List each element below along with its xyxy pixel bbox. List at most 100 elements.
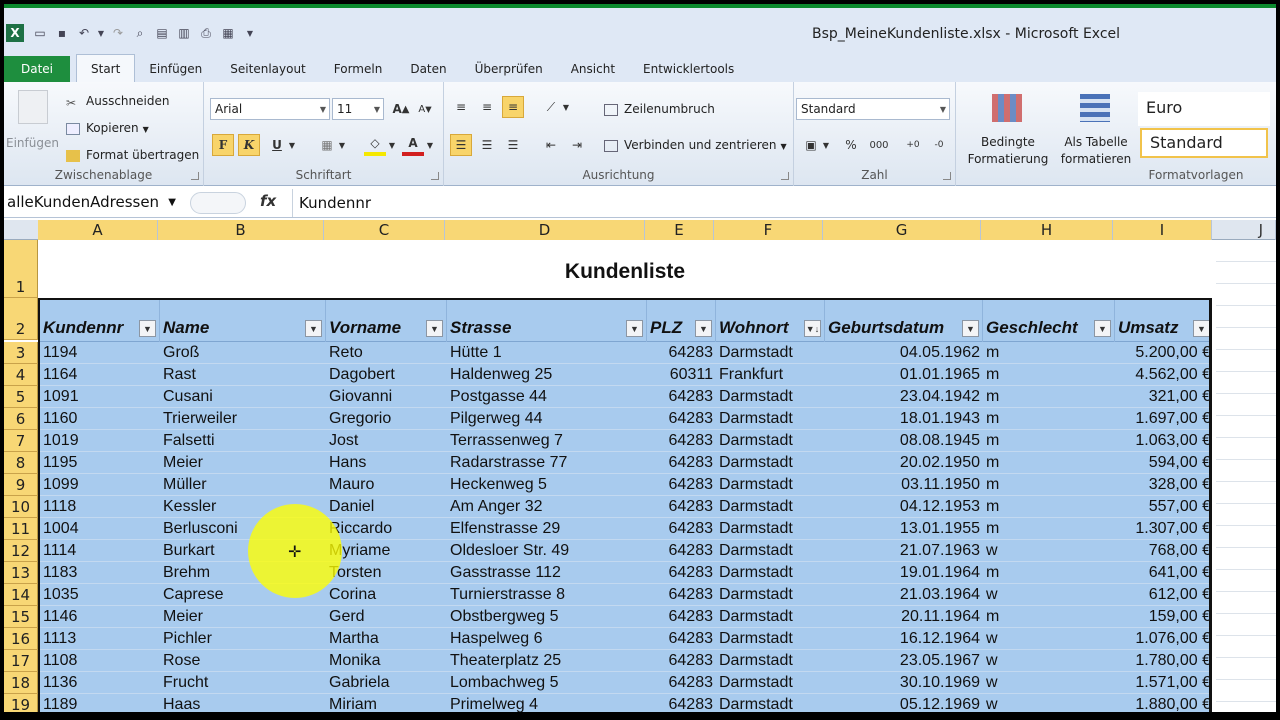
- header-vorname[interactable]: Vorname ▼: [326, 300, 447, 342]
- cell-strasse[interactable]: Haldenweg 25: [447, 364, 647, 386]
- cell-geschlecht[interactable]: w: [983, 650, 1115, 672]
- cell-wohnort[interactable]: Darmstadt: [716, 518, 825, 540]
- cut-button[interactable]: ✂ Ausschneiden: [66, 94, 169, 110]
- cell-vorname[interactable]: Torsten: [326, 562, 447, 584]
- clipboard-launcher-icon[interactable]: [191, 172, 199, 180]
- cell-plz[interactable]: 64283: [647, 408, 716, 430]
- font-launcher-icon[interactable]: [431, 172, 439, 180]
- cell-umsatz[interactable]: 1.880,00 €: [1115, 694, 1209, 712]
- row-header[interactable]: 17: [4, 650, 38, 672]
- cell-wohnort[interactable]: Darmstadt: [716, 584, 825, 606]
- cell-umsatz[interactable]: 159,00 €: [1115, 606, 1209, 628]
- cell-vorname[interactable]: Daniel: [326, 496, 447, 518]
- undo-icon[interactable]: ↶: [74, 23, 94, 43]
- filter-dropdown-icon[interactable]: ▼: [1094, 320, 1111, 337]
- increase-indent-icon[interactable]: ⇥: [566, 134, 588, 156]
- cell-strasse[interactable]: Radarstrasse 77: [447, 452, 647, 474]
- format-as-table-button[interactable]: Als Tabelle formatieren: [1056, 134, 1136, 168]
- cell-kundennr[interactable]: 1035: [40, 584, 160, 606]
- cell-wohnort[interactable]: Darmstadt: [716, 540, 825, 562]
- filter-dropdown-icon[interactable]: ▼: [426, 320, 443, 337]
- cell-geburtsdatum[interactable]: 20.02.1950: [825, 452, 983, 474]
- cell-name[interactable]: Müller: [160, 474, 326, 496]
- orientation-icon[interactable]: ⟋: [540, 96, 562, 118]
- tab-datei[interactable]: Datei: [4, 56, 70, 82]
- header-plz[interactable]: PLZ ▼: [647, 300, 716, 342]
- cell-vorname[interactable]: Hans: [326, 452, 447, 474]
- cell-geschlecht[interactable]: m: [983, 342, 1115, 364]
- cell-geschlecht[interactable]: m: [983, 364, 1115, 386]
- tab-formeln[interactable]: Formeln: [320, 56, 397, 82]
- cell-plz[interactable]: 64283: [647, 672, 716, 694]
- cell-geburtsdatum[interactable]: 03.11.1950: [825, 474, 983, 496]
- conditional-format-button[interactable]: Bedingte Formatierung: [964, 134, 1052, 168]
- column-header-h[interactable]: H: [981, 220, 1113, 240]
- cell-plz[interactable]: 64283: [647, 452, 716, 474]
- row-header[interactable]: 4: [4, 364, 38, 386]
- cell-vorname[interactable]: Gerd: [326, 606, 447, 628]
- cell-kundennr[interactable]: 1194: [40, 342, 160, 364]
- cell-umsatz[interactable]: 5.200,00 €: [1115, 342, 1209, 364]
- filter-dropdown-icon[interactable]: ▼: [139, 320, 156, 337]
- cell-kundennr[interactable]: 1004: [40, 518, 160, 540]
- font-color-icon[interactable]: A: [402, 134, 424, 156]
- name-box[interactable]: alleKundenAdressen ▼: [4, 191, 182, 215]
- conditional-format-icon[interactable]: [992, 94, 1022, 122]
- cell-plz[interactable]: 64283: [647, 540, 716, 562]
- format-painter-button[interactable]: Format übertragen: [66, 148, 199, 162]
- cell-umsatz[interactable]: 1.076,00 €: [1115, 628, 1209, 650]
- align-left-icon[interactable]: ☰: [450, 134, 472, 156]
- row-header[interactable]: 7: [4, 430, 38, 452]
- cell-vorname[interactable]: Reto: [326, 342, 447, 364]
- cell-wohnort[interactable]: Darmstadt: [716, 650, 825, 672]
- cell-name[interactable]: Trierweiler: [160, 408, 326, 430]
- column-header-e[interactable]: E: [645, 220, 714, 240]
- cell-wohnort[interactable]: Darmstadt: [716, 562, 825, 584]
- cell-name[interactable]: Meier: [160, 606, 326, 628]
- cell-strasse[interactable]: Postgasse 44: [447, 386, 647, 408]
- cell-vorname[interactable]: Gregorio: [326, 408, 447, 430]
- column-header-j[interactable]: J: [1212, 220, 1276, 240]
- cell-strasse[interactable]: Lombachweg 5: [447, 672, 647, 694]
- tab-entwicklertools[interactable]: Entwicklertools: [629, 56, 748, 82]
- align-top-icon[interactable]: ≡: [450, 96, 472, 118]
- cell-vorname[interactable]: Giovanni: [326, 386, 447, 408]
- empty-column-j[interactable]: [1216, 240, 1276, 712]
- cell-umsatz[interactable]: 557,00 €: [1115, 496, 1209, 518]
- cell-wohnort[interactable]: Darmstadt: [716, 342, 825, 364]
- cell-vorname[interactable]: Miriam: [326, 694, 447, 712]
- cell-geburtsdatum[interactable]: 18.01.1943: [825, 408, 983, 430]
- redo-icon[interactable]: ↷: [108, 23, 128, 43]
- open-icon[interactable]: ▥: [174, 23, 194, 43]
- number-format-select[interactable]: Standard ▼: [796, 98, 950, 120]
- cell-wohnort[interactable]: Frankfurt: [716, 364, 825, 386]
- font-name-select[interactable]: Arial ▼: [210, 98, 330, 120]
- cell-umsatz[interactable]: 1.697,00 €: [1115, 408, 1209, 430]
- tab-ueberpruefen[interactable]: Überprüfen: [461, 56, 557, 82]
- cell-wohnort[interactable]: Darmstadt: [716, 606, 825, 628]
- orientation-dropdown-icon[interactable]: ▼: [560, 96, 572, 118]
- cell-geburtsdatum[interactable]: 01.01.1965: [825, 364, 983, 386]
- column-header-b[interactable]: B: [158, 220, 324, 240]
- cell-kundennr[interactable]: 1114: [40, 540, 160, 562]
- increase-decimal-icon[interactable]: +0: [902, 134, 924, 156]
- italic-button[interactable]: K: [238, 134, 260, 156]
- cell-vorname[interactable]: Dagobert: [326, 364, 447, 386]
- shrink-font-icon[interactable]: A ▼: [414, 98, 436, 120]
- merge-center-button[interactable]: Verbinden und zentrieren ▼: [604, 138, 787, 152]
- header-geburtsdatum[interactable]: Geburtsdatum ▼: [825, 300, 983, 342]
- new-file-icon[interactable]: ▭: [30, 23, 50, 43]
- cell-umsatz[interactable]: 328,00 €: [1115, 474, 1209, 496]
- column-header-a[interactable]: A: [38, 220, 158, 240]
- cell-kundennr[interactable]: 1189: [40, 694, 160, 712]
- underline-button[interactable]: U: [266, 134, 288, 156]
- print-icon[interactable]: ⎙: [196, 23, 216, 43]
- row-header[interactable]: 10: [4, 496, 38, 518]
- currency-icon[interactable]: ▣: [800, 134, 822, 156]
- cell-name[interactable]: Rast: [160, 364, 326, 386]
- cell-strasse[interactable]: Pilgerweg 44: [447, 408, 647, 430]
- header-name[interactable]: Name ▼: [160, 300, 326, 342]
- cell-strasse[interactable]: Obstbergweg 5: [447, 606, 647, 628]
- border-dropdown-icon[interactable]: ▼: [336, 134, 348, 156]
- row-header[interactable]: 6: [4, 408, 38, 430]
